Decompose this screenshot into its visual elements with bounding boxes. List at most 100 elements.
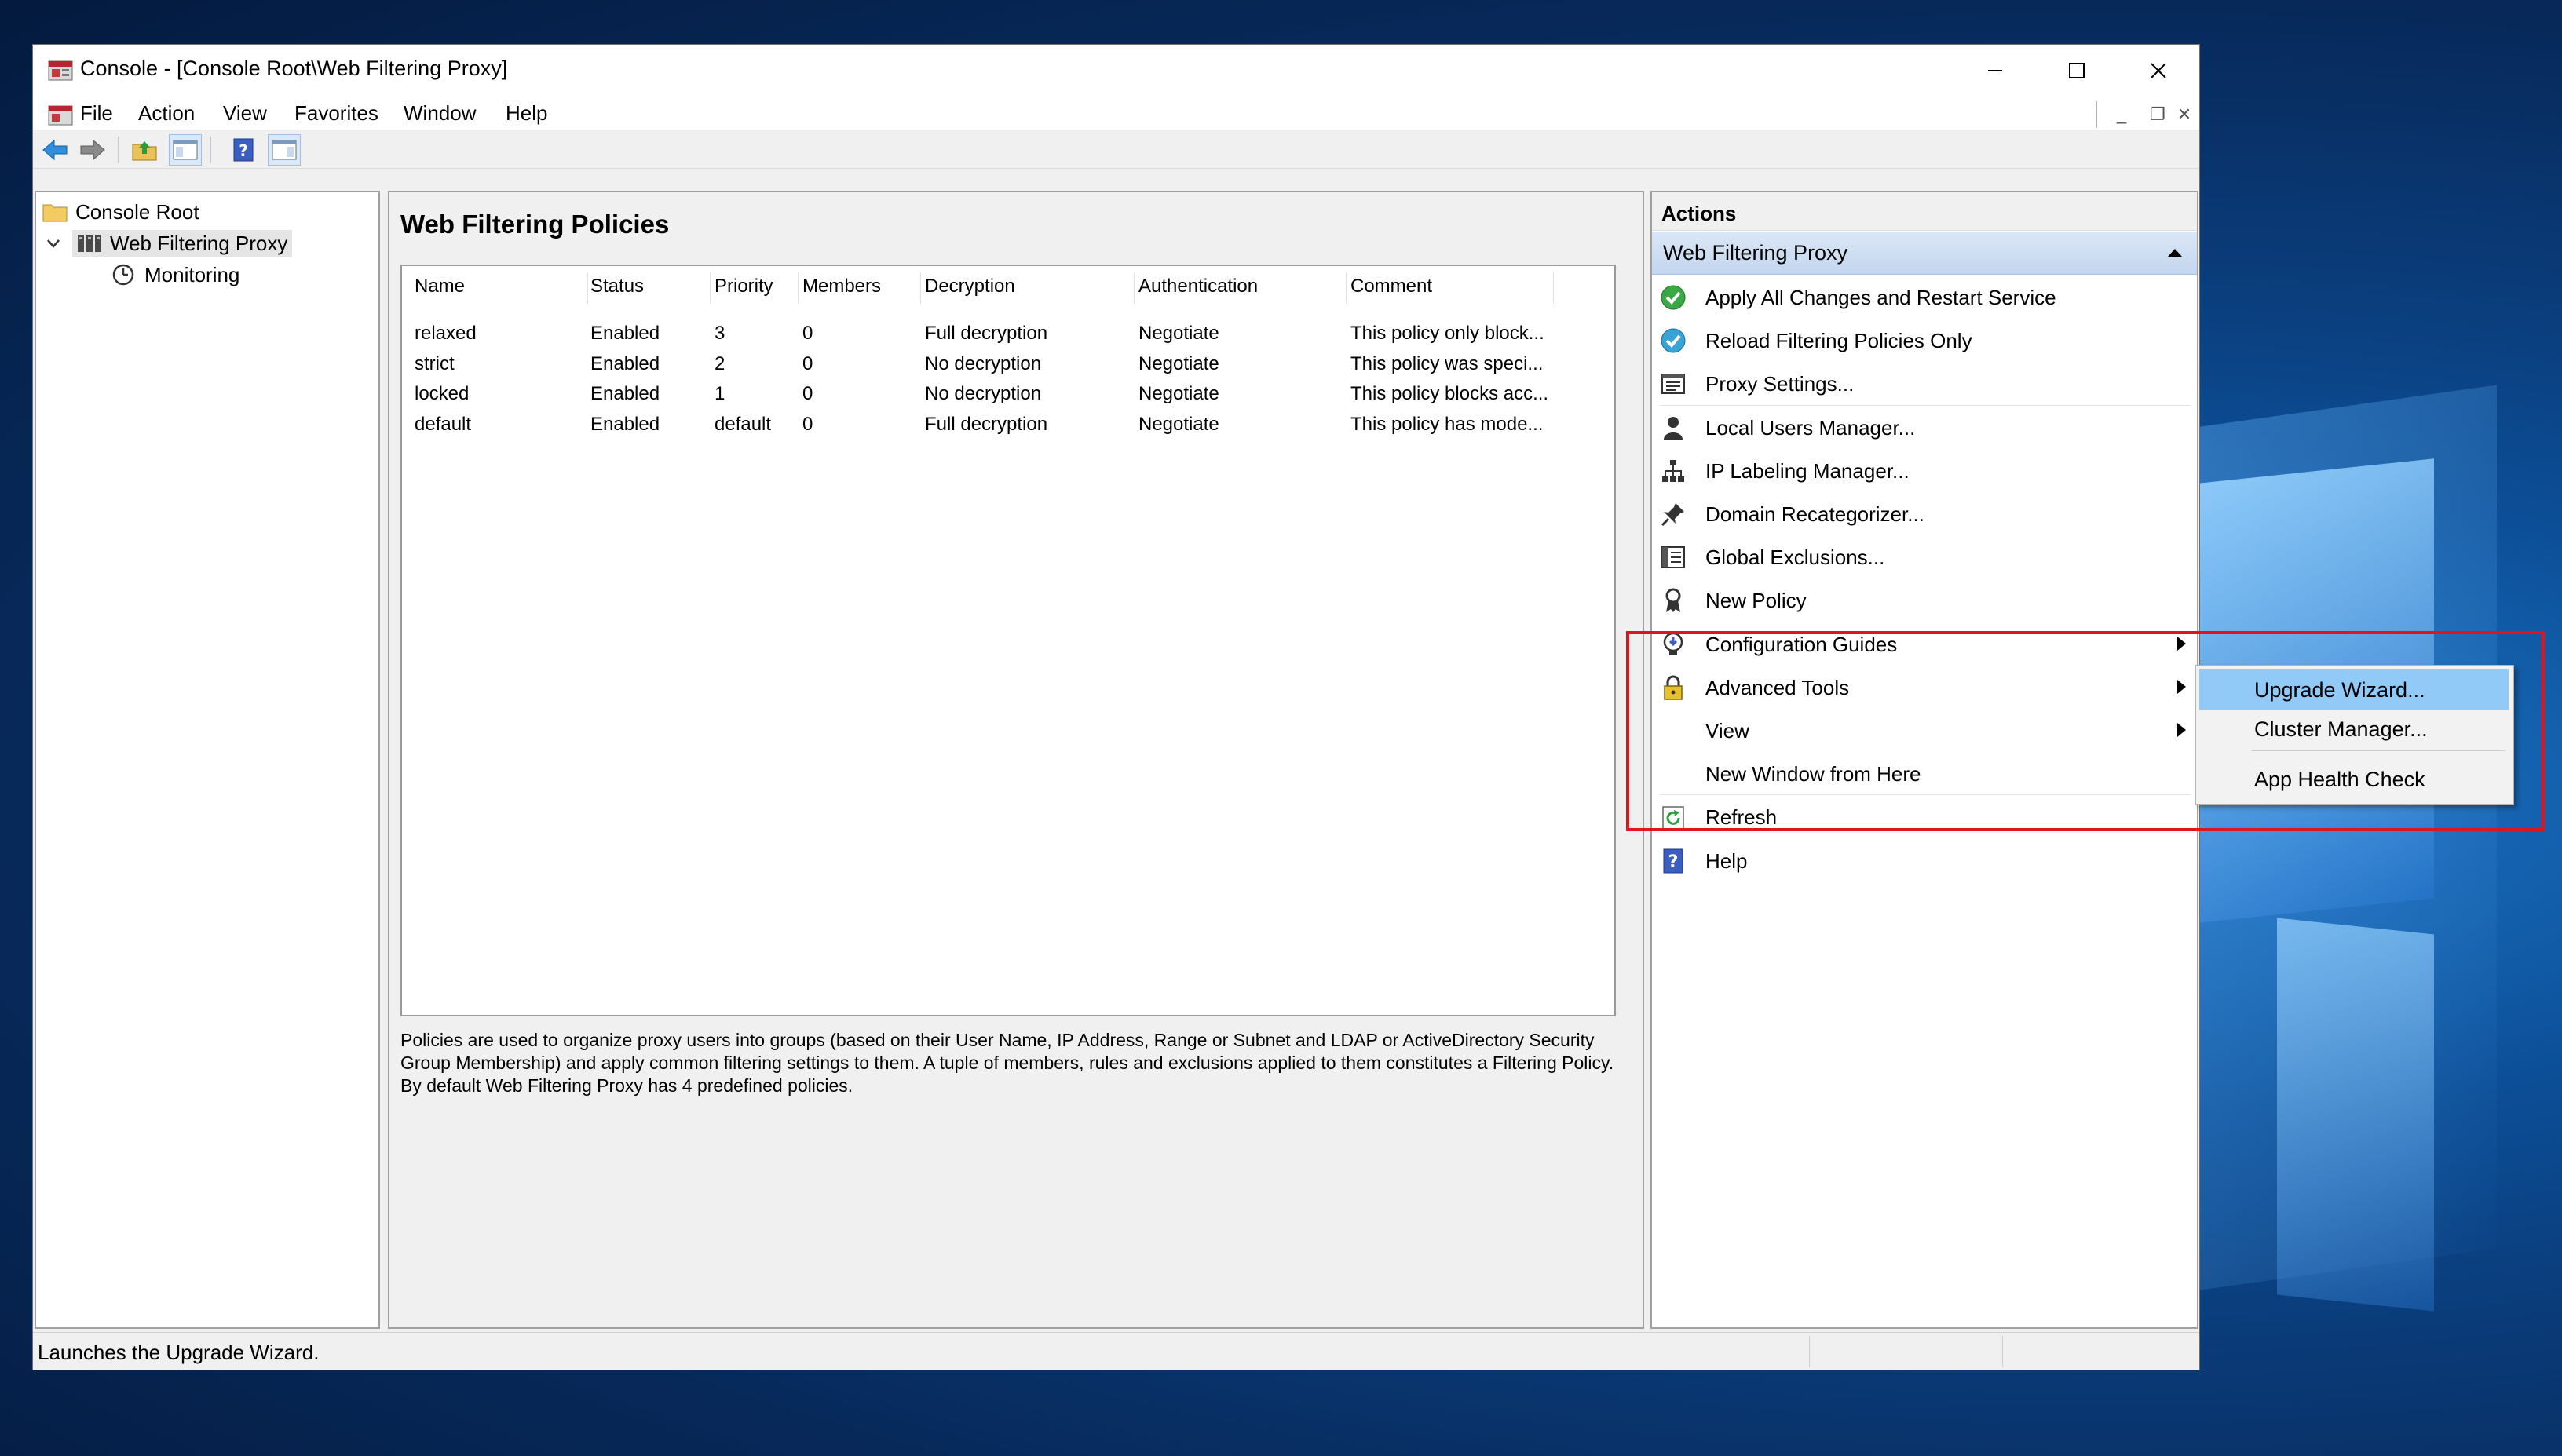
- column-header-comment[interactable]: Comment: [1350, 276, 1432, 297]
- console-tree: Console Root Web Filtering Proxy Monitor…: [35, 191, 380, 1329]
- column-divider[interactable]: [1346, 272, 1347, 304]
- column-divider[interactable]: [1553, 272, 1554, 304]
- cell-authentication: Negotiate: [1138, 413, 1219, 435]
- close-button[interactable]: [2118, 45, 2199, 97]
- mdi-minimize-button[interactable]: _: [2106, 103, 2137, 126]
- svg-text:?: ?: [1668, 852, 1679, 872]
- column-divider[interactable]: [920, 272, 921, 304]
- menu-help[interactable]: Help: [506, 101, 547, 126]
- minimize-button[interactable]: [1954, 45, 2036, 97]
- toolbar: ?: [33, 130, 2199, 169]
- cell-priority: 1: [715, 383, 725, 404]
- table-row[interactable]: locked Enabled 1 0 No decryption Negotiate Thi…: [402, 381, 1611, 412]
- pin-icon: [1660, 501, 1687, 527]
- show-hide-action-pane-button[interactable]: [268, 134, 301, 166]
- help-button[interactable]: ?: [228, 135, 259, 165]
- cell-comment: This policy was speci...: [1350, 352, 1544, 374]
- cell-status: Enabled: [590, 323, 660, 344]
- actions-group-header[interactable]: Web Filtering Proxy: [1652, 232, 2197, 275]
- actions-group-label: Web Filtering Proxy: [1663, 241, 1848, 265]
- cell-members: 0: [802, 323, 813, 344]
- exclusions-list-icon: [1660, 544, 1687, 571]
- cell-comment: This policy has mode...: [1350, 413, 1544, 435]
- menu-view[interactable]: View: [223, 101, 267, 126]
- action-label: Global Exclusions...: [1705, 546, 1885, 570]
- cell-authentication: Negotiate: [1138, 383, 1219, 404]
- action-proxy-settings[interactable]: Proxy Settings...: [1652, 362, 2197, 405]
- close-icon: [2151, 63, 2166, 78]
- cell-priority: 2: [715, 352, 725, 374]
- cell-members: 0: [802, 352, 813, 374]
- column-header-priority[interactable]: Priority: [715, 276, 773, 297]
- table-row[interactable]: default Enabled default 0 Full decryption Neg…: [402, 412, 1611, 443]
- actions-header-label: Actions: [1661, 202, 1737, 225]
- policies-list[interactable]: Name Status Priority Members Decryption …: [400, 265, 1616, 1016]
- column-header-decryption[interactable]: Decryption: [925, 276, 1015, 297]
- menu-separator: [2096, 101, 2097, 128]
- action-label: Apply All Changes and Restart Service: [1705, 286, 2056, 309]
- table-row[interactable]: strict Enabled 2 0 No decryption Negotiate Thi…: [402, 352, 1611, 382]
- cell-name: default: [415, 413, 472, 435]
- action-ip-labeling-manager[interactable]: IP Labeling Manager...: [1652, 449, 2197, 492]
- action-domain-recategorizer[interactable]: Domain Recategorizer...: [1652, 492, 2197, 535]
- chevron-down-icon[interactable]: [46, 235, 61, 251]
- cell-priority: default: [715, 413, 772, 435]
- cell-name: relaxed: [415, 323, 477, 344]
- help-icon: ?: [233, 138, 254, 162]
- show-hide-tree-button[interactable]: [169, 134, 202, 166]
- cell-authentication: Negotiate: [1138, 352, 1219, 374]
- action-reload-filtering-policies-only[interactable]: Reload Filtering Policies Only: [1652, 319, 2197, 362]
- svg-text:?: ?: [239, 141, 248, 160]
- menu-window[interactable]: Window: [404, 101, 476, 126]
- column-header-authentication[interactable]: Authentication: [1138, 276, 1258, 297]
- cell-decryption: No decryption: [925, 383, 1042, 404]
- back-button[interactable]: [39, 135, 71, 165]
- column-header-status[interactable]: Status: [590, 276, 644, 297]
- cell-members: 0: [802, 383, 813, 404]
- action-help[interactable]: ? Help: [1652, 839, 2197, 882]
- back-arrow-icon: [42, 139, 68, 161]
- forward-arrow-icon: [80, 139, 105, 161]
- tree-item-label: Console Root: [75, 199, 199, 224]
- toolbar-separator: [118, 137, 119, 163]
- status-text: Launches the Upgrade Wizard.: [38, 1341, 320, 1364]
- title-bar[interactable]: Console - [Console Root\Web Filtering Pr…: [33, 45, 2199, 97]
- cell-status: Enabled: [590, 383, 660, 404]
- clock-icon: [112, 264, 134, 286]
- mdi-close-button[interactable]: ✕: [2169, 103, 2200, 126]
- green-check-icon: [1660, 284, 1687, 311]
- collapse-arrow-icon[interactable]: [2167, 247, 2183, 258]
- menu-favorites[interactable]: Favorites: [294, 101, 378, 126]
- cell-authentication: Negotiate: [1138, 323, 1219, 344]
- table-row[interactable]: relaxed Enabled 3 0 Full decryption Negotiate…: [402, 321, 1611, 352]
- column-header-name[interactable]: Name: [415, 276, 465, 297]
- column-divider[interactable]: [710, 272, 711, 304]
- system-menu-icon[interactable]: [47, 101, 74, 128]
- toolbar-separator: [210, 137, 211, 163]
- menu-action[interactable]: Action: [138, 101, 195, 126]
- status-divider: [2002, 1336, 2003, 1367]
- folder-icon: [42, 204, 68, 222]
- maximize-button[interactable]: [2036, 45, 2118, 97]
- action-new-policy[interactable]: New Policy: [1652, 578, 2197, 622]
- menu-bar: File Action View Favorites Window Help _…: [33, 97, 2199, 130]
- menu-file[interactable]: File: [80, 101, 113, 126]
- action-apply-all-changes-and-restart-service[interactable]: Apply All Changes and Restart Service: [1652, 276, 2197, 319]
- actions-header: Actions: [1652, 192, 2197, 231]
- action-label: IP Labeling Manager...: [1705, 458, 1910, 483]
- status-divider: [1809, 1336, 1810, 1367]
- action-global-exclusions[interactable]: Global Exclusions...: [1652, 535, 2197, 578]
- action-local-users-manager[interactable]: Local Users Manager...: [1652, 406, 2197, 449]
- tree-item-monitoring[interactable]: Monitoring: [111, 260, 239, 290]
- tree-item-console-root[interactable]: Console Root: [42, 197, 199, 227]
- column-header-members[interactable]: Members: [802, 276, 881, 297]
- tree-item-web-filtering-proxy[interactable]: Web Filtering Proxy: [46, 228, 293, 258]
- column-divider[interactable]: [798, 272, 799, 304]
- up-folder-icon: [132, 141, 157, 161]
- tree-item-label: Web Filtering Proxy: [110, 231, 288, 255]
- column-divider[interactable]: [1134, 272, 1135, 304]
- up-one-level-button[interactable]: [129, 135, 160, 165]
- forward-button[interactable]: [77, 135, 108, 165]
- column-divider[interactable]: [587, 272, 588, 304]
- cell-comment: This policy blocks acc...: [1350, 383, 1549, 404]
